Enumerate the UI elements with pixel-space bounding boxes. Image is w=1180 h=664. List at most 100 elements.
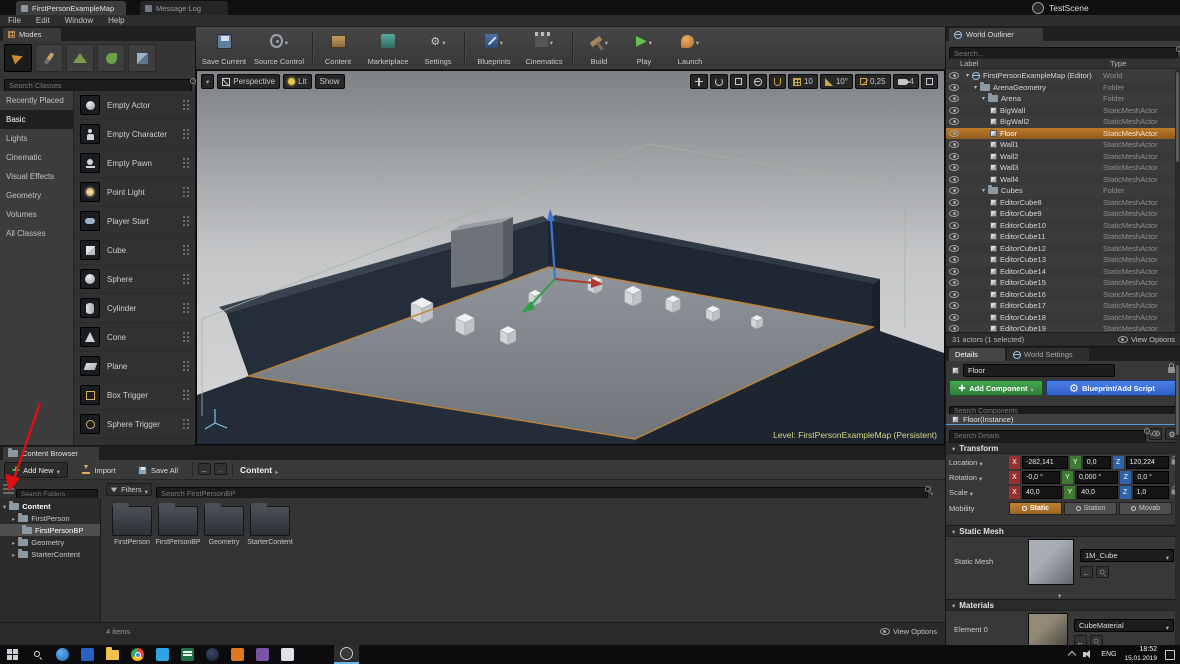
mobility-movable-button[interactable]: Movab [1119,502,1172,515]
photos-icon[interactable] [150,645,175,664]
drag-grip-icon[interactable] [182,99,190,111]
drag-grip-icon[interactable] [182,302,190,314]
surface-snap-button[interactable] [769,74,786,89]
placeable-box-trigger[interactable]: Box Trigger [74,381,195,410]
outliner-row[interactable]: ▾ArenaFolder [946,93,1175,105]
material-thumbnail[interactable] [1028,613,1068,645]
placeable-point-light[interactable]: Point Light [74,178,195,207]
static-mesh-dropdown[interactable]: 1M_Cube [1080,549,1174,562]
world-outliner-tab[interactable]: World Outliner [949,28,1043,41]
outliner-view-options-button[interactable]: View Options [1118,335,1175,344]
placeable-empty-character[interactable]: Empty Character [74,120,195,149]
scale-tool-button[interactable] [730,74,747,89]
drag-grip-icon[interactable] [182,215,190,227]
back-button[interactable] [198,463,211,475]
visibility-eye-icon[interactable] [949,233,959,240]
outliner-row[interactable]: Wall3StaticMeshActor [946,162,1175,174]
import-button[interactable]: Import [72,462,126,478]
expander-icon[interactable]: ▾ [974,84,977,91]
folder-tile-startercontent[interactable]: StarterContent [247,506,293,547]
drag-grip-icon[interactable] [182,418,190,430]
visibility-eye-icon[interactable] [949,325,959,332]
outliner-row[interactable]: EditorCube8StaticMeshActor [946,197,1175,209]
mobility-static-button[interactable]: Static [1009,502,1062,515]
outliner-row[interactable]: ▾FirstPersonExampleMap (Editor)World [946,70,1175,82]
category-volumes[interactable]: Volumes [0,205,73,224]
save-all-button[interactable]: Save All [130,462,186,478]
placeable-empty-pawn[interactable]: Empty Pawn [74,149,195,178]
blueprint-add-script-button[interactable]: Blueprint/Add Script [1046,380,1178,396]
tray-expand-icon[interactable] [1068,650,1076,658]
settings-button[interactable]: Settings [416,30,460,68]
drag-grip-icon[interactable] [182,186,190,198]
placeable-plane[interactable]: Plane [74,352,195,381]
outliner-row[interactable]: EditorCube14StaticMeshActor [946,266,1175,278]
outliner-row[interactable]: EditorCube11StaticMeshActor [946,231,1175,243]
rotation-z-value[interactable]: 0,0 ° [1133,471,1169,484]
visibility-eye-icon[interactable] [949,130,959,137]
tab-world-settings[interactable]: World Settings [1007,348,1089,361]
blueprints-button[interactable]: Blueprints [470,30,518,68]
outliner-row[interactable]: ▾ArenaGeometryFolder [946,82,1175,94]
outliner-row[interactable]: EditorCube18StaticMeshActor [946,312,1175,324]
edge-icon[interactable] [50,645,75,664]
chrome-icon[interactable] [125,645,150,664]
visibility-eye-icon[interactable] [949,95,959,102]
notepad-icon[interactable] [275,645,300,664]
visibility-eye-icon[interactable] [949,314,959,321]
category-basic[interactable]: Basic [0,110,73,129]
category-all-classes[interactable]: All Classes [0,224,73,243]
menu-window[interactable]: Window [65,16,93,25]
outliner-row[interactable]: Wall4StaticMeshActor [946,174,1175,186]
visibility-eye-icon[interactable] [949,84,959,91]
actor-name-input[interactable] [963,364,1115,377]
tab-message-log[interactable]: Message Log [140,1,228,15]
bandicam-icon[interactable] [225,645,250,664]
save-current-button[interactable]: Save Current [200,30,248,68]
scale-snap-button[interactable]: 0,25 [855,74,891,89]
drag-grip-icon[interactable] [182,273,190,285]
sources-panel-toggle[interactable] [3,484,14,494]
cb-view-options-button[interactable]: View Options [880,627,937,636]
menu-help[interactable]: Help [108,16,124,25]
move-tool-button[interactable] [690,74,708,89]
grid-snap-button[interactable]: 10 [788,74,818,89]
component-instance-row[interactable]: Floor(Instance) [946,414,1180,425]
play-button[interactable]: Play [624,30,664,68]
lock-icon[interactable] [1168,367,1175,373]
content-browser-tab[interactable]: Content Browser [3,447,99,460]
volume-icon[interactable] [1083,650,1093,659]
drag-grip-icon[interactable] [182,389,190,401]
outliner-row[interactable]: Wall1StaticMeshActor [946,139,1175,151]
placeable-cone[interactable]: Cone [74,323,195,352]
category-lights[interactable]: Lights [0,129,73,148]
search-details-input[interactable] [949,430,1146,443]
visibility-eye-icon[interactable] [949,153,959,160]
tree-item-firstpersonbp[interactable]: FirstPersonBP [0,524,100,536]
launch-button[interactable]: Launch [666,30,714,68]
placeable-sphere-trigger[interactable]: Sphere Trigger [74,410,195,439]
rotate-tool-button[interactable] [710,74,728,89]
breadcrumb[interactable]: Content [240,462,278,478]
tree-item-content-root[interactable]: Content [0,500,100,512]
placeable-sphere[interactable]: Sphere [74,265,195,294]
outliner-row[interactable]: BigWallStaticMeshActor [946,105,1175,117]
scale-z-value[interactable]: 1,0 [1133,486,1169,499]
language-indicator[interactable]: ENG [1101,651,1116,658]
visibility-eye-icon[interactable] [949,222,959,229]
category-visual-effects[interactable]: Visual Effects [0,167,73,186]
scale-x-value[interactable]: 40,0 [1022,486,1062,499]
outliner-row[interactable]: EditorCube12StaticMeshActor [946,243,1175,255]
expander-icon[interactable]: ▾ [966,72,969,79]
maximize-viewport-button[interactable] [921,74,938,89]
placeable-cylinder[interactable]: Cylinder [74,294,195,323]
tree-item-geometry[interactable]: Geometry [0,536,100,548]
materials-section-header[interactable]: Materials [946,599,1180,611]
use-selected-asset-button[interactable] [1074,635,1087,645]
drag-grip-icon[interactable] [182,331,190,343]
folder-tile-firstperson[interactable]: FirstPerson [109,506,155,547]
mode-geometry-button[interactable] [128,44,156,72]
filters-button[interactable]: Filters [106,483,152,496]
visibility-eye-icon[interactable] [949,210,959,217]
rotation-y-value[interactable]: 0,000 ° [1075,471,1118,484]
